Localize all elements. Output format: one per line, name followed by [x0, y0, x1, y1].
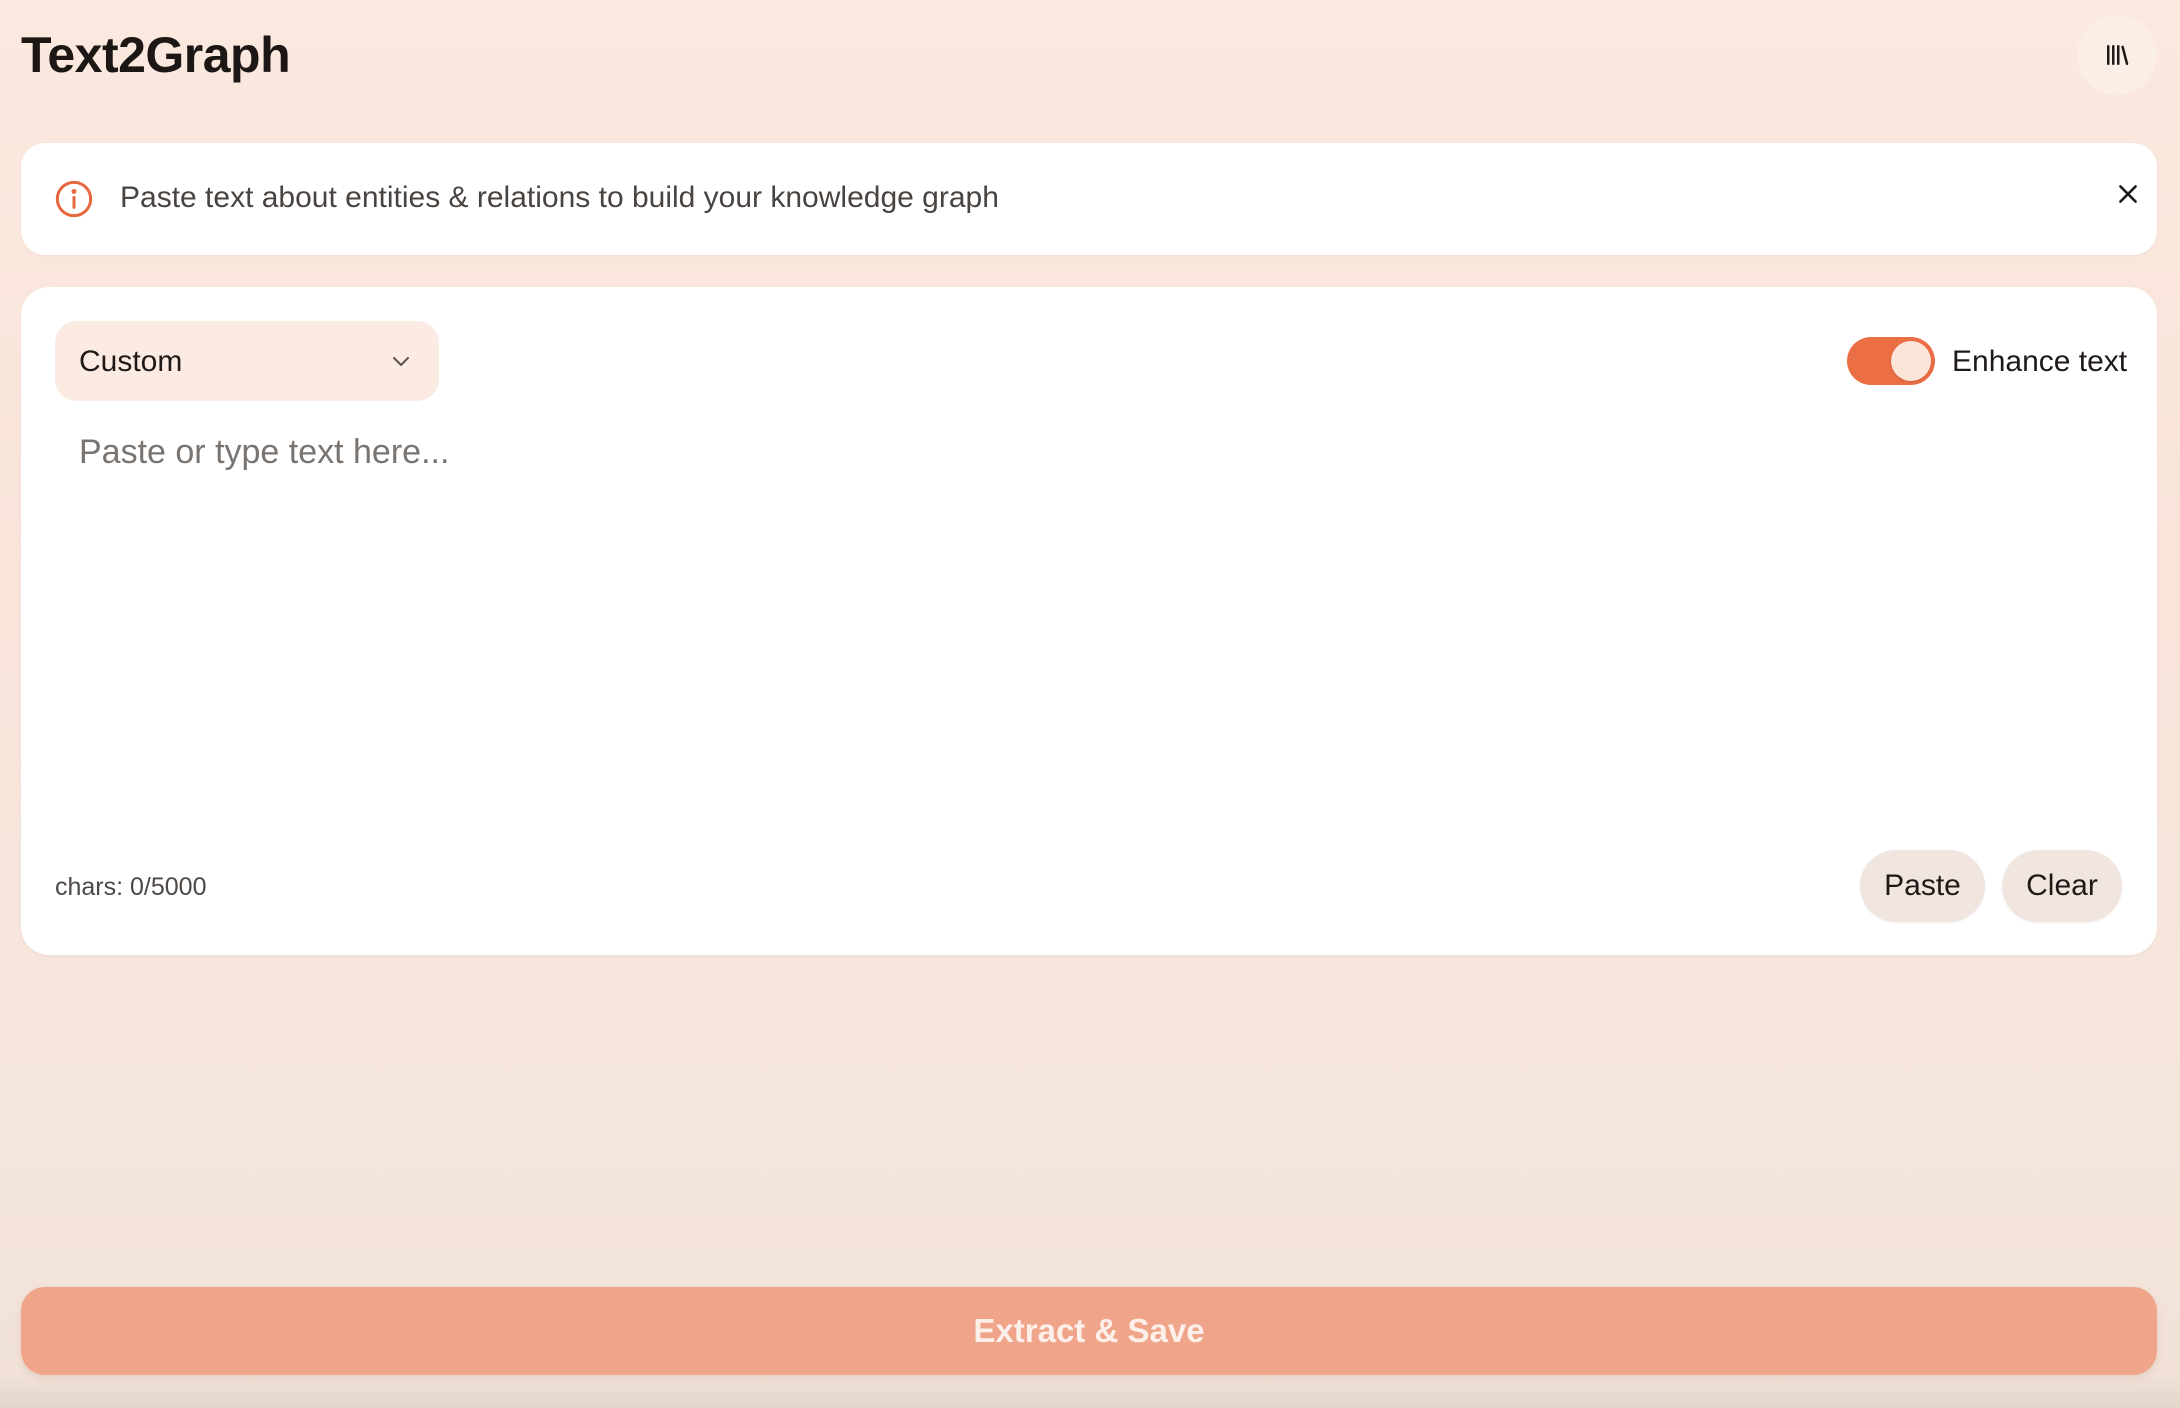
- enhance-text-toggle[interactable]: [1847, 337, 1935, 385]
- preset-selected-value: Custom: [79, 345, 183, 378]
- library-button[interactable]: [2077, 15, 2157, 95]
- preset-dropdown[interactable]: Custom: [55, 321, 439, 401]
- extract-save-button[interactable]: Extract & Save: [21, 1287, 2157, 1375]
- app-title: Text2Graph: [21, 27, 291, 83]
- info-icon: [55, 180, 93, 218]
- paste-button[interactable]: Paste: [1860, 850, 1985, 922]
- library-icon: [2107, 45, 2129, 65]
- info-banner: Paste text about entities & relations to…: [21, 143, 2157, 255]
- bottom-shade: [0, 1372, 2180, 1408]
- chevron-down-icon: [393, 357, 409, 366]
- text-input[interactable]: [55, 417, 2123, 777]
- toggle-knob: [1891, 341, 1931, 381]
- info-banner-text: Paste text about entities & relations to…: [120, 181, 999, 214]
- editor-card: Custom Enhance text chars: 0/5000 Paste …: [21, 287, 2157, 955]
- char-count: chars: 0/5000: [55, 873, 207, 901]
- clear-button[interactable]: Clear: [2002, 850, 2122, 922]
- enhance-text-label: Enhance text: [1952, 345, 2128, 378]
- close-banner-button[interactable]: [2111, 177, 2145, 211]
- close-icon: [2119, 185, 2137, 203]
